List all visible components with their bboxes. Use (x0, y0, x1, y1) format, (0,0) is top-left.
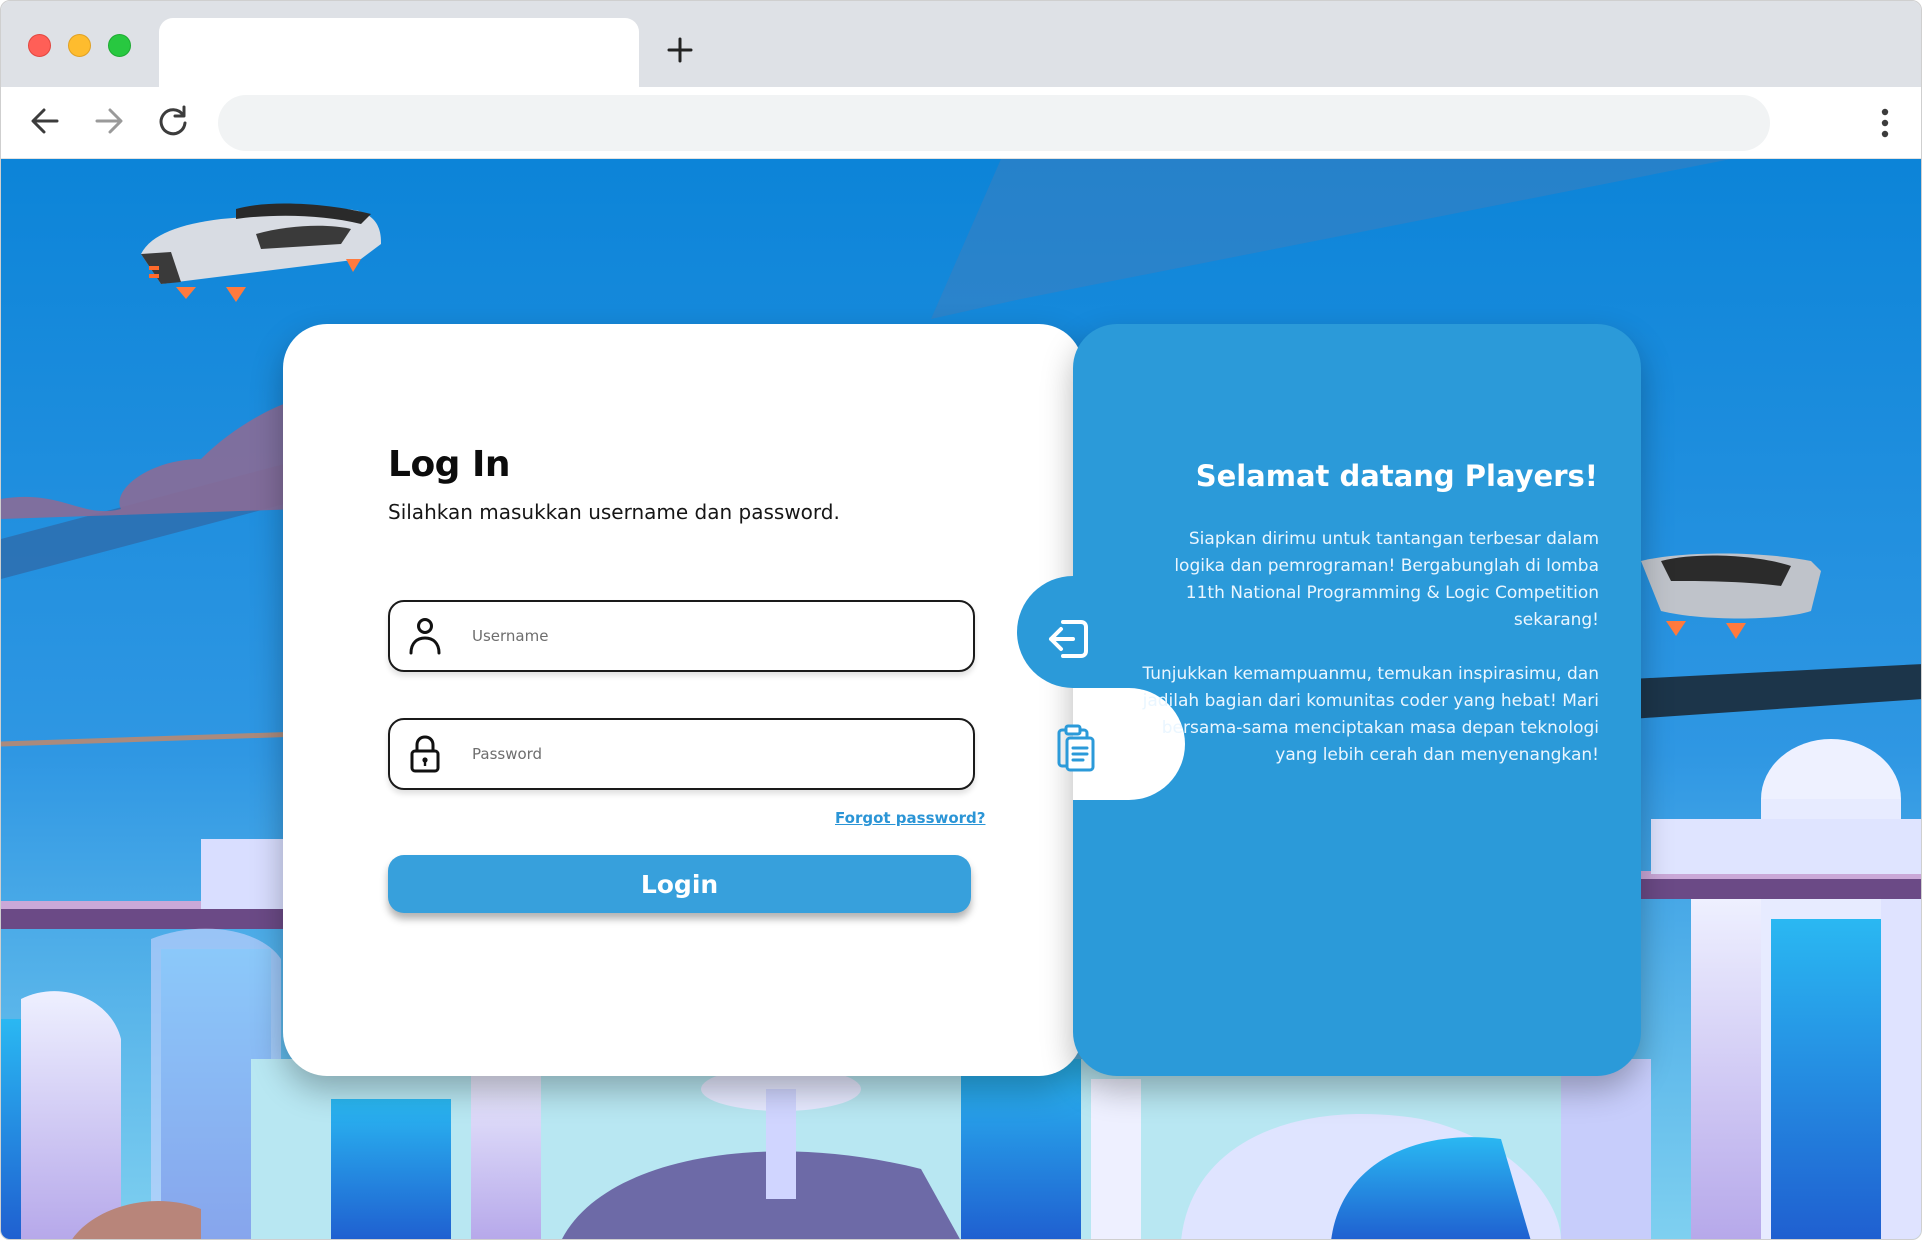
forgot-password-link[interactable]: Forgot password? (835, 809, 986, 827)
sign-in-icon[interactable] (1043, 614, 1093, 664)
password-input[interactable] (472, 736, 952, 772)
forward-arrow-icon[interactable] (89, 101, 129, 141)
menu-kebab-icon[interactable] (1875, 103, 1895, 143)
welcome-paragraph-2: Tunjukkan kemampuanmu, temukan inspirasi… (1142, 664, 1599, 765)
back-arrow-icon[interactable] (25, 101, 65, 141)
close-window-button[interactable] (28, 34, 51, 57)
page-title: Log In (388, 444, 511, 485)
login-panel: Log In Silahkan masukkan username dan pa… (283, 324, 1083, 1076)
welcome-title: Selamat datang Players! (1195, 459, 1598, 493)
address-bar[interactable] (218, 95, 1770, 151)
login-card: Log In Silahkan masukkan username dan pa… (283, 324, 1641, 1076)
navigation-bar (1, 87, 1921, 159)
password-field[interactable] (388, 718, 975, 790)
tab-bar (1, 1, 1921, 87)
browser-tab[interactable] (159, 18, 639, 87)
user-icon (409, 618, 441, 655)
login-subtitle: Silahkan masukkan username dan password. (388, 500, 840, 524)
lock-icon (410, 735, 440, 773)
login-button[interactable]: Login (388, 855, 971, 913)
new-tab-icon[interactable] (661, 31, 699, 69)
username-input[interactable] (472, 618, 952, 654)
clipboard-icon[interactable] (1053, 722, 1099, 772)
browser-window: Log In Silahkan masukkan username dan pa… (0, 0, 1922, 1240)
page-viewport: Log In Silahkan masukkan username dan pa… (1, 159, 1921, 1239)
maximize-window-button[interactable] (108, 34, 131, 57)
minimize-window-button[interactable] (68, 34, 91, 57)
reload-icon[interactable] (153, 101, 193, 141)
welcome-paragraph-1: Siapkan dirimu untuk tantangan terbesar … (1174, 529, 1599, 630)
username-field[interactable] (388, 600, 975, 672)
